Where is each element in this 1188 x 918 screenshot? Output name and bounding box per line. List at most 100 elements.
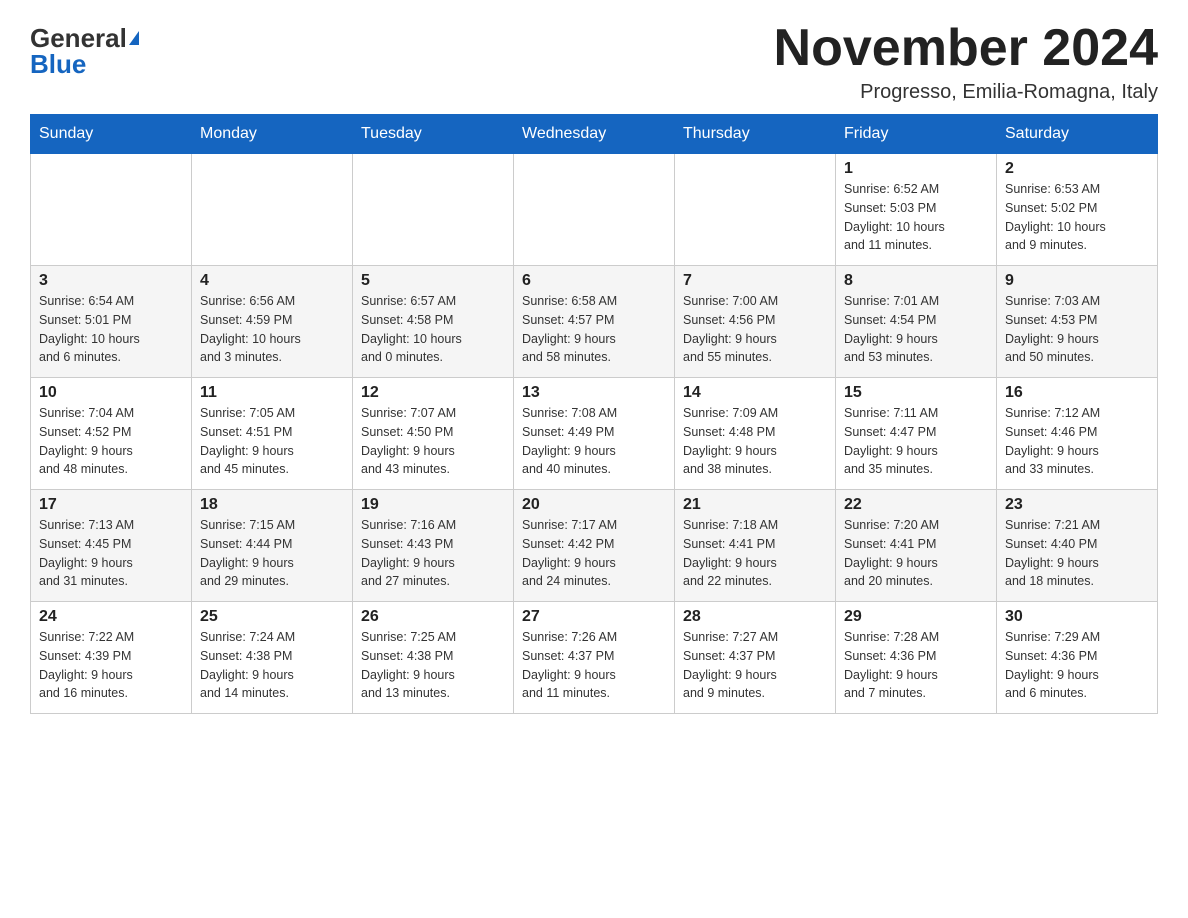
weekday-header-saturday: Saturday [997, 115, 1158, 154]
cell-date-number: 19 [361, 496, 505, 514]
cell-sun-info: Sunrise: 7:25 AM Sunset: 4:38 PM Dayligh… [361, 628, 505, 703]
calendar-cell: 6Sunrise: 6:58 AM Sunset: 4:57 PM Daylig… [514, 266, 675, 378]
cell-sun-info: Sunrise: 7:07 AM Sunset: 4:50 PM Dayligh… [361, 404, 505, 479]
weekday-header-monday: Monday [192, 115, 353, 154]
cell-date-number: 17 [39, 496, 183, 514]
cell-date-number: 11 [200, 384, 344, 402]
logo-blue-text: Blue [30, 49, 86, 79]
title-area: November 2024 Progresso, Emilia-Romagna,… [774, 20, 1158, 104]
cell-date-number: 20 [522, 496, 666, 514]
calendar-cell: 10 Sunrise: 7:04 AM Sunset: 4:52 PM Dayli… [31, 378, 192, 490]
weekday-header-wednesday: Wednesday [514, 115, 675, 154]
calendar-cell: 3 Sunrise: 6:54 AM Sunset: 5:01 PM Daylig… [31, 266, 192, 378]
cell-sun-info: Sunrise: 7:29 AM Sunset: 4:36 PM Dayligh… [1005, 628, 1149, 703]
calendar-cell: 12Sunrise: 7:07 AM Sunset: 4:50 PM Dayli… [353, 378, 514, 490]
calendar-cell: 9 Sunrise: 7:03 AM Sunset: 4:53 PM Daylig… [997, 266, 1158, 378]
cell-sun-info: Sunrise: 7:08 AM Sunset: 4:49 PM Dayligh… [522, 404, 666, 479]
location-title: Progresso, Emilia-Romagna, Italy [774, 81, 1158, 104]
weekday-header-friday: Friday [836, 115, 997, 154]
calendar-week-row: 10 Sunrise: 7:04 AM Sunset: 4:52 PM Dayli… [31, 378, 1158, 490]
calendar-cell: 20 Sunrise: 7:17 AM Sunset: 4:42 PM Dayli… [514, 490, 675, 602]
calendar-week-row: 17 Sunrise: 7:13 AM Sunset: 4:45 PM Dayli… [31, 490, 1158, 602]
cell-sun-info: Sunrise: 7:18 AM Sunset: 4:41 PM Dayligh… [683, 516, 827, 591]
cell-date-number: 1 [844, 160, 988, 178]
cell-sun-info: Sunrise: 6:56 AM Sunset: 4:59 PM Dayligh… [200, 292, 344, 367]
cell-sun-info: Sunrise: 7:27 AM Sunset: 4:37 PM Dayligh… [683, 628, 827, 703]
page-header: General Blue November 2024 Progresso, Em… [30, 20, 1158, 104]
cell-date-number: 10 [39, 384, 183, 402]
cell-date-number: 16 [1005, 384, 1149, 402]
cell-sun-info: Sunrise: 7:01 AM Sunset: 4:54 PM Dayligh… [844, 292, 988, 367]
calendar-cell: 27 Sunrise: 7:26 AM Sunset: 4:37 PM Dayli… [514, 602, 675, 714]
calendar-cell [192, 154, 353, 266]
calendar-week-row: 24 Sunrise: 7:22 AM Sunset: 4:39 PM Dayli… [31, 602, 1158, 714]
cell-date-number: 14 [683, 384, 827, 402]
calendar-week-row: 3 Sunrise: 6:54 AM Sunset: 5:01 PM Daylig… [31, 266, 1158, 378]
cell-sun-info: Sunrise: 7:00 AM Sunset: 4:56 PM Dayligh… [683, 292, 827, 367]
cell-sun-info: Sunrise: 7:11 AM Sunset: 4:47 PM Dayligh… [844, 404, 988, 479]
calendar-cell: 30 Sunrise: 7:29 AM Sunset: 4:36 PM Dayli… [997, 602, 1158, 714]
calendar-cell: 7 Sunrise: 7:00 AM Sunset: 4:56 PM Daylig… [675, 266, 836, 378]
cell-date-number: 4 [200, 272, 344, 290]
calendar-cell: 16 Sunrise: 7:12 AM Sunset: 4:46 PM Dayli… [997, 378, 1158, 490]
cell-date-number: 2 [1005, 160, 1149, 178]
calendar-cell: 25 Sunrise: 7:24 AM Sunset: 4:38 PM Dayli… [192, 602, 353, 714]
cell-date-number: 21 [683, 496, 827, 514]
logo-triangle-icon [129, 31, 139, 45]
cell-sun-info: Sunrise: 6:53 AM Sunset: 5:02 PM Dayligh… [1005, 180, 1149, 255]
cell-sun-info: Sunrise: 7:24 AM Sunset: 4:38 PM Dayligh… [200, 628, 344, 703]
calendar-table: SundayMondayTuesdayWednesdayThursdayFrid… [30, 114, 1158, 714]
cell-sun-info: Sunrise: 7:13 AM Sunset: 4:45 PM Dayligh… [39, 516, 183, 591]
calendar-cell: 28 Sunrise: 7:27 AM Sunset: 4:37 PM Dayli… [675, 602, 836, 714]
cell-date-number: 5 [361, 272, 505, 290]
calendar-cell: 24 Sunrise: 7:22 AM Sunset: 4:39 PM Dayli… [31, 602, 192, 714]
cell-date-number: 9 [1005, 272, 1149, 290]
calendar-cell [31, 154, 192, 266]
calendar-cell [353, 154, 514, 266]
cell-date-number: 28 [683, 608, 827, 626]
calendar-cell: 22 Sunrise: 7:20 AM Sunset: 4:41 PM Dayli… [836, 490, 997, 602]
calendar-cell: 21 Sunrise: 7:18 AM Sunset: 4:41 PM Dayli… [675, 490, 836, 602]
cell-sun-info: Sunrise: 7:09 AM Sunset: 4:48 PM Dayligh… [683, 404, 827, 479]
cell-date-number: 25 [200, 608, 344, 626]
cell-sun-info: Sunrise: 7:04 AM Sunset: 4:52 PM Dayligh… [39, 404, 183, 479]
cell-sun-info: Sunrise: 6:52 AM Sunset: 5:03 PM Dayligh… [844, 180, 988, 255]
calendar-cell: 1 Sunrise: 6:52 AM Sunset: 5:03 PM Daylig… [836, 154, 997, 266]
cell-sun-info: Sunrise: 7:03 AM Sunset: 4:53 PM Dayligh… [1005, 292, 1149, 367]
cell-date-number: 8 [844, 272, 988, 290]
calendar-cell: 5 Sunrise: 6:57 AM Sunset: 4:58 PM Daylig… [353, 266, 514, 378]
cell-date-number: 22 [844, 496, 988, 514]
calendar-cell: 13 Sunrise: 7:08 AM Sunset: 4:49 PM Dayli… [514, 378, 675, 490]
cell-date-number: 23 [1005, 496, 1149, 514]
cell-date-number: 27 [522, 608, 666, 626]
cell-sun-info: Sunrise: 7:17 AM Sunset: 4:42 PM Dayligh… [522, 516, 666, 591]
cell-date-number: 24 [39, 608, 183, 626]
cell-date-number: 30 [1005, 608, 1149, 626]
cell-sun-info: Sunrise: 7:12 AM Sunset: 4:46 PM Dayligh… [1005, 404, 1149, 479]
cell-sun-info: Sunrise: 7:15 AM Sunset: 4:44 PM Dayligh… [200, 516, 344, 591]
calendar-cell: 17 Sunrise: 7:13 AM Sunset: 4:45 PM Dayli… [31, 490, 192, 602]
cell-sun-info: Sunrise: 7:21 AM Sunset: 4:40 PM Dayligh… [1005, 516, 1149, 591]
calendar-cell: 4 Sunrise: 6:56 AM Sunset: 4:59 PM Daylig… [192, 266, 353, 378]
cell-date-number: 13 [522, 384, 666, 402]
calendar-cell: 29Sunrise: 7:28 AM Sunset: 4:36 PM Dayli… [836, 602, 997, 714]
logo-general-text: General [30, 25, 127, 51]
calendar-cell: 23 Sunrise: 7:21 AM Sunset: 4:40 PM Dayli… [997, 490, 1158, 602]
cell-date-number: 6 [522, 272, 666, 290]
weekday-header-thursday: Thursday [675, 115, 836, 154]
cell-sun-info: Sunrise: 7:20 AM Sunset: 4:41 PM Dayligh… [844, 516, 988, 591]
cell-sun-info: Sunrise: 6:57 AM Sunset: 4:58 PM Dayligh… [361, 292, 505, 367]
logo: General Blue [30, 20, 139, 78]
calendar-cell: 14 Sunrise: 7:09 AM Sunset: 4:48 PM Dayli… [675, 378, 836, 490]
cell-sun-info: Sunrise: 7:05 AM Sunset: 4:51 PM Dayligh… [200, 404, 344, 479]
weekday-header-sunday: Sunday [31, 115, 192, 154]
calendar-cell: 8 Sunrise: 7:01 AM Sunset: 4:54 PM Daylig… [836, 266, 997, 378]
cell-date-number: 3 [39, 272, 183, 290]
calendar-cell [675, 154, 836, 266]
cell-sun-info: Sunrise: 6:54 AM Sunset: 5:01 PM Dayligh… [39, 292, 183, 367]
cell-sun-info: Sunrise: 7:22 AM Sunset: 4:39 PM Dayligh… [39, 628, 183, 703]
cell-sun-info: Sunrise: 7:26 AM Sunset: 4:37 PM Dayligh… [522, 628, 666, 703]
calendar-cell: 11 Sunrise: 7:05 AM Sunset: 4:51 PM Dayli… [192, 378, 353, 490]
cell-date-number: 15 [844, 384, 988, 402]
cell-date-number: 7 [683, 272, 827, 290]
